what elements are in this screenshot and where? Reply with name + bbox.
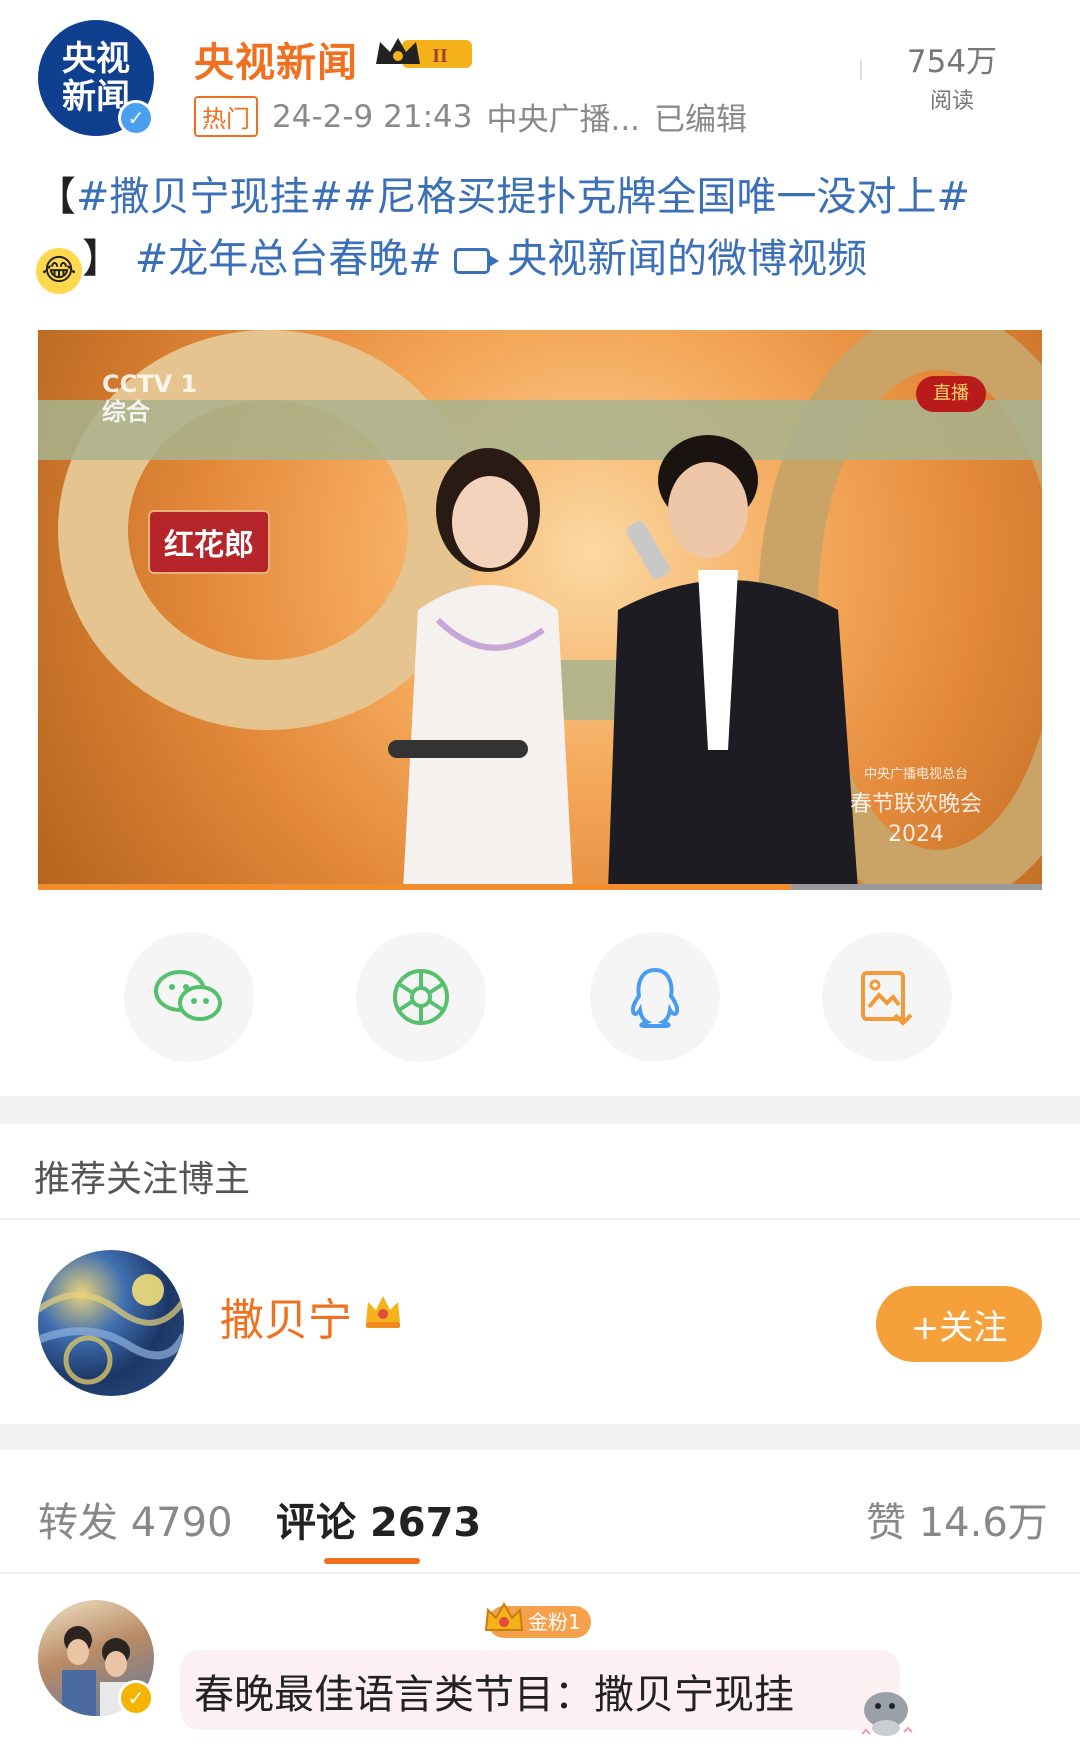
recommend-divider [0, 1218, 1080, 1220]
share-wechat-button[interactable] [124, 932, 254, 1062]
tab-like[interactable]: 赞 14.6万 [866, 1490, 1048, 1548]
post-header: 央视 新闻 ✓ 央视新闻 II 热门 24-2-9 21:43 中央广播... … [0, 0, 1080, 150]
share-row [0, 932, 1080, 1062]
laugh-cry-emoji-icon: 😂 [36, 248, 82, 294]
avatar-text-top: 央视 [62, 39, 130, 79]
channel-sub: 综合 [102, 398, 150, 426]
topic-link[interactable]: #尼格买提扑克牌全国唯一没对上# [343, 174, 970, 220]
wechat-icon [154, 970, 222, 1021]
gala-logo-line1: 中央广播电视总台 [863, 767, 968, 782]
level-badge-text: II [432, 45, 448, 67]
recommend-title: 推荐关注博主 [34, 1159, 251, 1200]
vip-crown-icon[interactable]: II [372, 34, 476, 74]
author-name[interactable]: 央视新闻 [194, 30, 358, 88]
share-moments-button[interactable] [356, 932, 486, 1062]
save-image-button[interactable] [822, 932, 952, 1062]
tab-repost[interactable]: 转发 4790 [38, 1490, 233, 1548]
save-image-icon [861, 971, 913, 1026]
tab-like-label: 赞 [866, 1500, 906, 1546]
tab-like-count: 14.6万 [918, 1500, 1048, 1546]
gala-logo: 中央广播电视总台 春节联欢晚会 2024 [850, 760, 982, 850]
crown-icon [366, 1296, 400, 1328]
video-link-text: 央视新闻的微博视频 [507, 236, 868, 282]
topic-link[interactable]: #龙年总台春晚# [135, 236, 442, 282]
engagement-tabs: 转发 4790 评论 2673 赞 14.6万 [0, 1450, 1080, 1570]
video-link[interactable]: 央视新闻的微博视频 [454, 236, 867, 282]
tab-comment-label: 评论 [276, 1500, 356, 1546]
starry-night-image [38, 1274, 184, 1385]
host-female-figure [388, 448, 573, 890]
gala-logo-line3: 2024 [887, 822, 944, 847]
tabs-divider [0, 1572, 1080, 1574]
post-meta: 热门 24-2-9 21:43 中央广播... 已编辑 [194, 94, 747, 139]
channel-logo: CCTV 1 综合 [102, 370, 197, 426]
channel-name: CCTV 1 [102, 370, 198, 398]
read-count-value: 754万 [906, 44, 998, 80]
follow-button[interactable]: +关注 [876, 1286, 1042, 1362]
qq-icon [630, 967, 680, 1028]
read-count-label: 阅读 [929, 89, 974, 114]
topic-link[interactable]: #撒贝宁现挂# [76, 174, 343, 220]
active-tab-indicator [324, 1558, 420, 1564]
tab-comment[interactable]: 评论 2673 [276, 1490, 481, 1548]
comment-text[interactable]: 春晚最佳语言类节目：撒贝宁现挂 [194, 1662, 794, 1720]
hot-tag: 热门 [194, 96, 258, 137]
share-qq-button[interactable] [590, 932, 720, 1062]
sheep-sticker-icon [861, 1692, 913, 1736]
edited-label[interactable]: 已编辑 [654, 94, 747, 139]
fan-crown-icon [484, 1601, 524, 1631]
recommend-avatar[interactable] [38, 1250, 184, 1396]
read-count: 754万 阅读 [862, 36, 1042, 115]
close-bracket: 】 [82, 236, 122, 282]
tab-repost-count: 4790 [130, 1500, 233, 1546]
gala-logo-line2: 春节联欢晚会 [849, 792, 982, 817]
section-divider [0, 1096, 1080, 1124]
post-timestamp: 24-2-9 21:43 [272, 98, 473, 135]
post-text: 【#撒贝宁现挂##尼格买提扑克牌全国唯一没对上# 😂】 #龙年总台春晚# 央视新… [36, 166, 1046, 294]
video-player[interactable]: CCTV 1 综合 直播 红花郎 中央广播电视总台 春节联欢晚会 2024 [38, 330, 1042, 890]
sponsor-label: 红花郎 [148, 510, 270, 574]
open-bracket: 【 [36, 174, 76, 220]
tab-repost-label: 转发 [38, 1500, 118, 1546]
commenter-verified-icon: ✓ [118, 1680, 154, 1716]
tab-comment-count: 2673 [369, 1500, 482, 1546]
section-divider [0, 1424, 1080, 1450]
post-source[interactable]: 中央广播... [486, 94, 640, 139]
moments-icon [393, 969, 449, 1025]
video-icon [454, 248, 500, 274]
verified-icon: ✓ [118, 100, 154, 136]
live-badge: 直播 [916, 376, 986, 412]
video-progress-fill [38, 884, 791, 890]
recommend-user-name[interactable]: 撒贝宁 [220, 1284, 352, 1348]
host-male-figure [608, 435, 858, 890]
